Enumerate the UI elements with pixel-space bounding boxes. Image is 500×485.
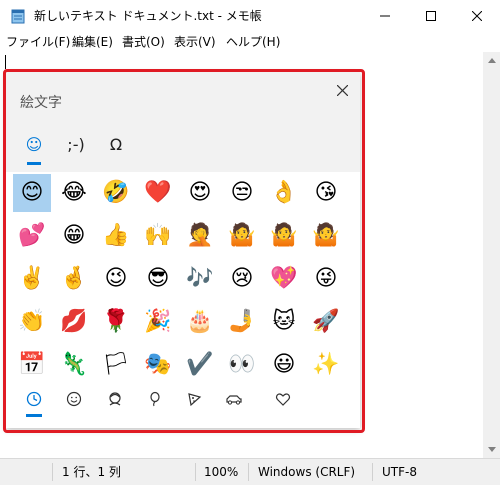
- menu-view[interactable]: 表示(V): [174, 32, 216, 52]
- status-line-ending: Windows (CRLF): [258, 465, 356, 479]
- maximize-icon: [426, 11, 436, 21]
- emoji-cell[interactable]: 😂: [55, 174, 93, 212]
- status-bar: 1 行、1 列 100% Windows (CRLF) UTF-8: [0, 458, 500, 485]
- menu-file[interactable]: ファイル(F): [6, 32, 70, 52]
- minimize-button[interactable]: [362, 0, 408, 32]
- emoji-cell[interactable]: 💖: [265, 260, 303, 298]
- emoji-cell[interactable]: 👌: [265, 174, 303, 212]
- emoji-cell[interactable]: 👀: [223, 346, 261, 384]
- category-travel[interactable]: [219, 384, 249, 414]
- minimize-icon: [380, 15, 390, 17]
- emoji-panel: 絵文字 ☺ ;-) Ω 😊 😂 🤣 ❤️ 😍 😒 👌 😘 💕 😁 👍 🙌 🤦 🤷 🤷 🤷 ✌️ 🤞 😉 😎 🎶 😢 💖 😜 👏 💋…: [6, 72, 360, 428]
- category-symbols[interactable]: [268, 384, 298, 414]
- emoji-cell[interactable]: 💕: [13, 217, 51, 255]
- active-tab-indicator: [27, 162, 41, 165]
- status-position: 1 行、1 列: [62, 465, 121, 479]
- emoji-cell[interactable]: ✌️: [13, 260, 51, 298]
- emoji-cell[interactable]: 👍: [97, 217, 135, 255]
- person-icon: [109, 392, 121, 406]
- emoji-cell[interactable]: 💋: [55, 303, 93, 341]
- emoji-cell[interactable]: 🎶: [181, 260, 219, 298]
- emoji-cell[interactable]: 🤣: [97, 174, 135, 212]
- heart-icon: [275, 393, 291, 406]
- title-bar[interactable]: 新しいテキスト ドキュメント.txt - メモ帳: [0, 0, 500, 32]
- emoji-cell[interactable]: 🌹: [97, 303, 135, 341]
- status-divider: [52, 463, 53, 481]
- emoji-cell[interactable]: 🙌: [139, 217, 177, 255]
- category-celebration[interactable]: [139, 384, 169, 414]
- emoji-cell[interactable]: 🤷: [307, 217, 345, 255]
- emoji-cell[interactable]: 🤞: [55, 260, 93, 298]
- window-title: 新しいテキスト ドキュメント.txt - メモ帳: [34, 9, 262, 23]
- smiley-icon: [66, 391, 82, 407]
- emoji-cell[interactable]: 🤳: [223, 303, 261, 341]
- emoji-cell[interactable]: 🎭: [139, 346, 177, 384]
- emoji-cell[interactable]: 🎂: [181, 303, 219, 341]
- category-people[interactable]: [100, 384, 130, 414]
- category-recent[interactable]: [19, 384, 49, 414]
- menu-bar: ファイル(F) 編集(E) 書式(O) 表示(V) ヘルプ(H): [0, 32, 500, 53]
- emoji-cell[interactable]: 🤦: [181, 217, 219, 255]
- emoji-cell[interactable]: 👏: [13, 303, 51, 341]
- status-divider: [372, 463, 373, 481]
- emoji-cell[interactable]: 🐱: [265, 303, 303, 341]
- active-category-indicator: [26, 414, 42, 417]
- status-divider: [248, 463, 249, 481]
- emoji-cell[interactable]: 😒: [223, 174, 261, 212]
- emoji-cell[interactable]: 🚀: [307, 303, 345, 341]
- category-food[interactable]: [179, 384, 209, 414]
- emoji-cell[interactable]: ❤️: [139, 174, 177, 212]
- notepad-app-icon: [11, 9, 25, 24]
- status-zoom: 100%: [204, 465, 239, 479]
- emoji-cell[interactable]: 📅: [13, 346, 51, 384]
- emoji-cell[interactable]: 😃: [265, 346, 303, 384]
- pizza-icon: [188, 393, 202, 407]
- emoji-cell[interactable]: 😁: [55, 217, 93, 255]
- chevron-up-icon: [487, 58, 496, 63]
- category-smileys[interactable]: [59, 384, 89, 414]
- status-encoding: UTF-8: [382, 465, 417, 479]
- emoji-cell[interactable]: 🎉: [139, 303, 177, 341]
- emoji-cell[interactable]: 😢: [223, 260, 261, 298]
- emoji-panel-close-button[interactable]: [332, 80, 352, 100]
- status-divider: [195, 463, 196, 481]
- emoji-cell[interactable]: 🤷: [265, 217, 303, 255]
- emoji-cell[interactable]: 😎: [139, 260, 177, 298]
- scroll-down-button[interactable]: [483, 441, 500, 458]
- clock-icon: [26, 391, 42, 407]
- tab-kaomoji[interactable]: ;-): [60, 128, 92, 160]
- close-button[interactable]: [454, 0, 500, 32]
- emoji-cell[interactable]: 😊: [13, 174, 51, 212]
- maximize-button[interactable]: [408, 0, 454, 32]
- emoji-cell[interactable]: 😉: [97, 260, 135, 298]
- emoji-cell[interactable]: 😍: [181, 174, 219, 212]
- emoji-cell[interactable]: 🤷: [223, 217, 261, 255]
- scroll-up-button[interactable]: [483, 52, 500, 69]
- emoji-cell[interactable]: 😜: [307, 260, 345, 298]
- menu-edit[interactable]: 編集(E): [72, 32, 113, 52]
- emoji-cell[interactable]: ✨: [307, 346, 345, 384]
- emoji-cell[interactable]: 🦎: [55, 346, 93, 384]
- menu-help[interactable]: ヘルプ(H): [226, 32, 280, 52]
- vertical-scrollbar[interactable]: [483, 52, 500, 458]
- emoji-cell[interactable]: 😘: [307, 174, 345, 212]
- tab-emoji[interactable]: ☺: [18, 128, 50, 160]
- balloon-icon: [150, 391, 160, 407]
- emoji-cell[interactable]: 🏳: [97, 346, 135, 384]
- emoji-panel-title: 絵文字: [20, 95, 62, 111]
- emoji-cell[interactable]: ✔️: [181, 346, 219, 384]
- tab-symbols[interactable]: Ω: [100, 128, 132, 160]
- text-caret: [5, 55, 6, 69]
- chevron-down-icon: [487, 447, 496, 452]
- car-icon: [226, 395, 242, 405]
- close-icon: [472, 11, 482, 21]
- menu-format[interactable]: 書式(O): [122, 32, 165, 52]
- close-icon: [336, 84, 348, 96]
